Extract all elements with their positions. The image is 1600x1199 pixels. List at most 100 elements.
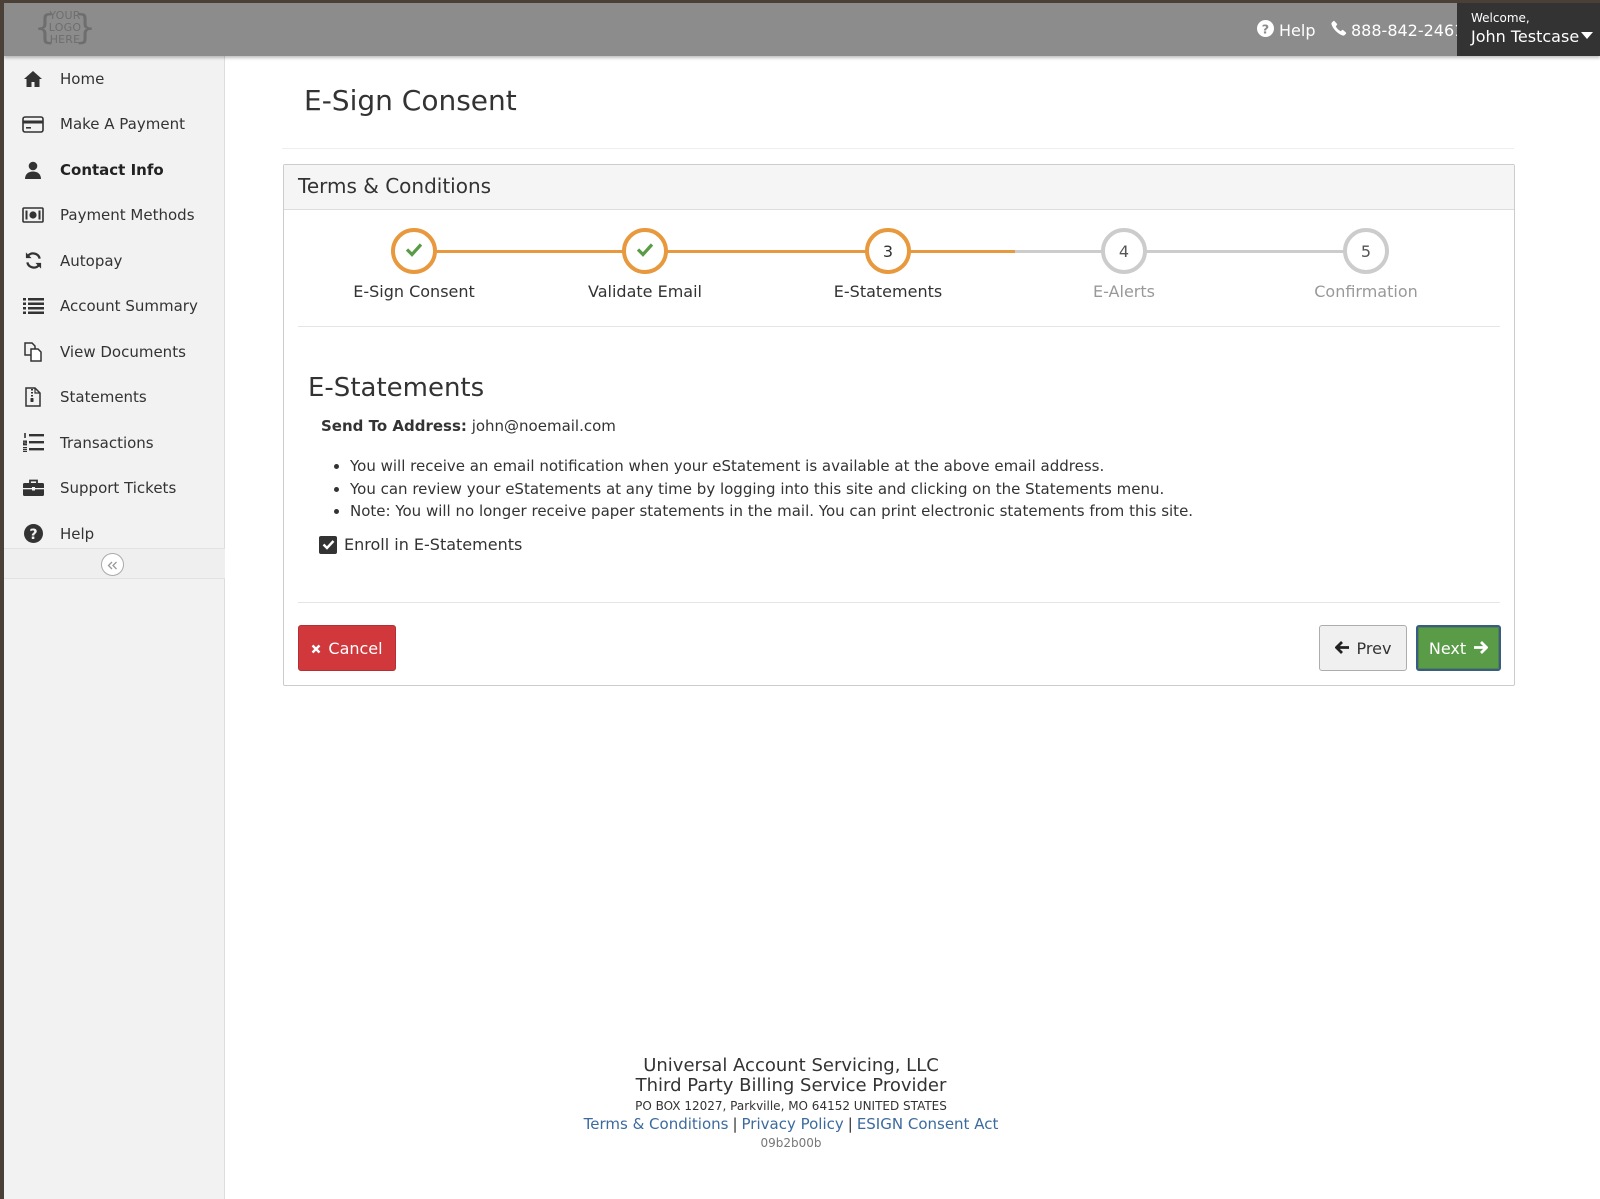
- page-title: E-Sign Consent: [304, 84, 517, 117]
- terms-panel: Terms & Conditions E-Sign Consent Valida…: [283, 164, 1515, 686]
- footer: Universal Account Servicing, LLC Third P…: [226, 1056, 1356, 1151]
- enroll-label: Enroll in E-Statements: [344, 535, 523, 554]
- prev-button[interactable]: Prev: [1319, 625, 1407, 671]
- help-link[interactable]: ? Help: [1257, 20, 1315, 41]
- app-window: { YOUR LOGO HERE } ? Help 888-842-2461 W…: [4, 3, 1600, 1199]
- refresh-icon: [22, 250, 44, 272]
- sidebar-item-label: Statements: [60, 388, 147, 407]
- list-item: You will receive an email notification w…: [350, 455, 1193, 478]
- sidebar-collapse-row: [4, 548, 225, 579]
- build-code: 09b2b00b: [760, 1136, 822, 1150]
- cancel-label: Cancel: [328, 638, 383, 658]
- arrow-left-icon: [1334, 639, 1350, 658]
- svg-text:?: ?: [1262, 22, 1269, 37]
- user-name: John Testcase: [1471, 27, 1580, 46]
- phone-number: 888-842-2461: [1351, 20, 1465, 40]
- sidebar-item-transactions[interactable]: Transactions: [4, 420, 224, 466]
- footer-address: PO BOX 12027, Parkville, MO 64152 UNITED…: [635, 1099, 947, 1113]
- svg-text:?: ?: [29, 527, 37, 543]
- step-circle: [391, 228, 437, 274]
- phone-icon: [1331, 20, 1347, 40]
- arrow-right-icon: [1473, 639, 1489, 658]
- sidebar-item-label: Account Summary: [60, 297, 198, 316]
- sidebar-item-support-tickets[interactable]: Support Tickets: [4, 466, 224, 512]
- privacy-link[interactable]: Privacy Policy: [742, 1115, 844, 1133]
- enroll-checkbox[interactable]: [319, 535, 337, 554]
- welcome-text: Welcome,: [1471, 11, 1530, 25]
- list-item: You can review your eStatements at any t…: [350, 478, 1193, 501]
- sidebar-item-contact-info[interactable]: Contact Info: [4, 147, 224, 193]
- step-label: E-Sign Consent: [353, 282, 475, 301]
- footer-links: Terms & Conditions | Privacy Policy | ESIGN …: [583, 1115, 999, 1133]
- esign-act-link[interactable]: ESIGN Consent Act: [857, 1115, 999, 1133]
- sidebar: Home Make A Payment Contact Info Payment…: [4, 56, 225, 1199]
- home-icon: [22, 68, 44, 90]
- user-icon: [22, 159, 44, 181]
- top-bar: { YOUR LOGO HERE } ? Help 888-842-2461 W…: [4, 3, 1600, 56]
- step-label: Validate Email: [588, 282, 702, 301]
- send-to-address: Send To Address: john@noemail.com: [321, 417, 616, 435]
- step-e-statements[interactable]: 3 E-Statements: [808, 228, 968, 301]
- step-e-alerts[interactable]: 4 E-Alerts: [1044, 228, 1204, 301]
- double-chevron-left-icon: [107, 555, 118, 574]
- sidebar-item-label: Support Tickets: [60, 479, 177, 498]
- panel-title: Terms & Conditions: [284, 165, 1514, 210]
- sidebar-item-label: Home: [60, 69, 105, 88]
- briefcase-icon: [22, 477, 44, 499]
- sidebar-item-view-documents[interactable]: View Documents: [4, 329, 224, 375]
- sidebar-item-label: Make A Payment: [60, 115, 185, 134]
- next-button[interactable]: Next: [1416, 625, 1501, 671]
- sidebar-item-autopay[interactable]: Autopay: [4, 238, 224, 284]
- file-zip-icon: [22, 386, 44, 408]
- step-label: Confirmation: [1314, 282, 1418, 301]
- documents-icon: [22, 341, 44, 363]
- sidebar-item-make-a-payment[interactable]: Make A Payment: [4, 102, 224, 148]
- sidebar-item-label: Transactions: [60, 433, 154, 452]
- step-label: E-Alerts: [1093, 282, 1155, 301]
- sidebar-item-statements[interactable]: Statements: [4, 375, 224, 421]
- step-e-sign-consent[interactable]: E-Sign Consent: [334, 228, 494, 301]
- logo[interactable]: { YOUR LOGO HERE }: [34, 6, 96, 52]
- step-circle: [622, 228, 668, 274]
- sidebar-item-label: Payment Methods: [60, 206, 195, 225]
- step-confirmation[interactable]: 5 Confirmation: [1286, 228, 1446, 301]
- help-label: Help: [1279, 21, 1316, 40]
- enroll-checkbox-row[interactable]: Enroll in E-Statements: [319, 535, 522, 554]
- sidebar-item-label: Autopay: [60, 251, 123, 270]
- sidebar-item-account-summary[interactable]: Account Summary: [4, 284, 224, 330]
- collapse-sidebar-button[interactable]: [101, 553, 124, 576]
- credit-card-icon: [22, 113, 44, 135]
- footer-role: Third Party Billing Service Provider: [635, 1075, 947, 1096]
- phone-link[interactable]: 888-842-2461: [1331, 20, 1464, 40]
- sidebar-item-label: Help: [60, 524, 95, 543]
- ordered-list-icon: [22, 432, 44, 454]
- info-list: You will receive an email notification w…: [350, 455, 1193, 523]
- question-circle-icon: ?: [1257, 20, 1274, 41]
- terms-link[interactable]: Terms & Conditions: [584, 1115, 729, 1133]
- sidebar-item-home[interactable]: Home: [4, 56, 224, 102]
- step-validate-email[interactable]: Validate Email: [565, 228, 725, 301]
- step-circle: 5: [1343, 228, 1389, 274]
- divider: [298, 602, 1500, 603]
- sidebar-item-label: Contact Info: [60, 160, 164, 179]
- next-label: Next: [1428, 638, 1467, 658]
- money-icon: [22, 204, 44, 226]
- progress-stepper: E-Sign Consent Validate Email 3 E-Statem…: [284, 210, 1514, 327]
- main-content: E-Sign Consent Terms & Conditions E-Sign…: [226, 56, 1600, 1199]
- list-icon: [22, 295, 44, 317]
- section-title: E-Statements: [308, 373, 485, 403]
- send-to-label: Send To Address:: [321, 417, 467, 435]
- sidebar-item-payment-methods[interactable]: Payment Methods: [4, 193, 224, 239]
- step-label: E-Statements: [833, 282, 943, 301]
- divider: [298, 326, 1500, 327]
- cancel-button[interactable]: Cancel: [298, 625, 396, 671]
- caret-down-icon: [1581, 25, 1593, 44]
- check-icon: [636, 242, 654, 261]
- footer-company: Universal Account Servicing, LLC: [643, 1055, 939, 1076]
- user-menu[interactable]: Welcome, John Testcase: [1457, 3, 1600, 56]
- prev-label: Prev: [1356, 638, 1392, 658]
- step-circle: 4: [1101, 228, 1147, 274]
- sidebar-nav: Home Make A Payment Contact Info Payment…: [4, 56, 224, 557]
- divider: [282, 148, 1514, 149]
- question-circle-icon: ?: [22, 523, 44, 545]
